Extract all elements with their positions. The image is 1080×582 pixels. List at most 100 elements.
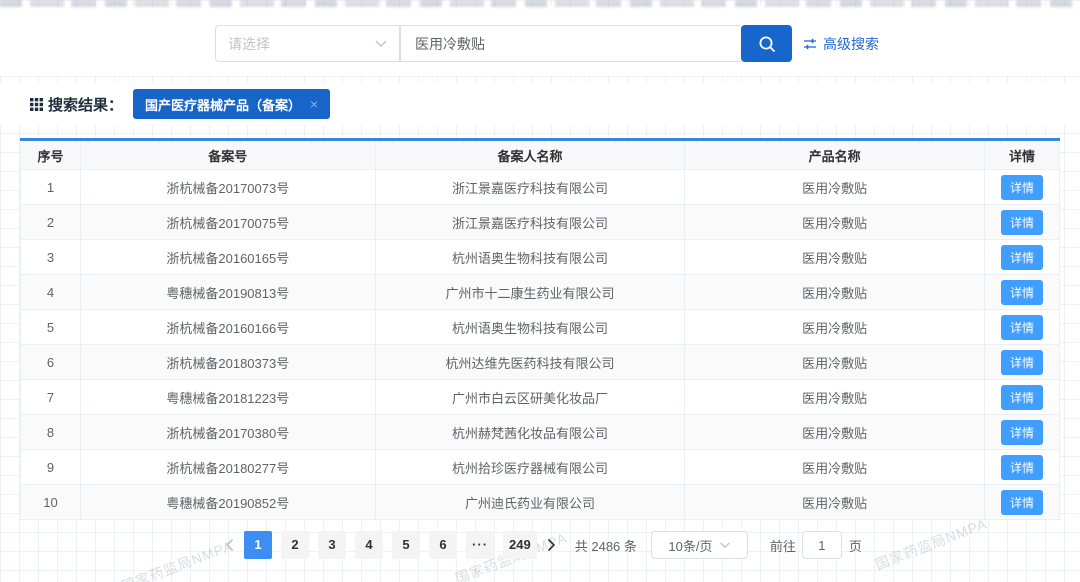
table-body: 1 浙杭械备20170073号 浙江景嘉医疗科技有限公司 医用冷敷贴 详情 2 … <box>20 169 1060 520</box>
row-index: 5 <box>20 309 81 345</box>
page-size-select[interactable]: 10条/页 <box>650 531 748 559</box>
registrant-name: 广州市十二康生药业有限公司 <box>374 274 686 310</box>
registrant-name: 杭州赫梵茜化妆品有限公司 <box>374 414 686 450</box>
chevron-right-icon <box>547 539 556 551</box>
column-header-index: 序号 <box>20 139 81 170</box>
product-name: 医用冷敷贴 <box>684 414 986 450</box>
prev-page-button[interactable] <box>218 531 240 559</box>
registration-number: 浙杭械备20160166号 <box>79 309 376 345</box>
registrant-name: 广州迪氏药业有限公司 <box>374 484 686 520</box>
goto-page-suffix: 页 <box>848 538 862 554</box>
registration-number: 浙杭械备20170075号 <box>79 204 376 240</box>
next-page-button[interactable] <box>541 531 563 559</box>
category-select-placeholder: 请选择 <box>228 35 270 52</box>
row-index: 6 <box>20 344 81 380</box>
table-row: 1 浙杭械备20170073号 浙江景嘉医疗科技有限公司 医用冷敷贴 详情 <box>20 169 1060 205</box>
row-index: 10 <box>20 484 81 520</box>
registration-number: 浙杭械备20160165号 <box>79 239 376 275</box>
row-index: 8 <box>20 414 81 450</box>
detail-button[interactable]: 详情 <box>1001 489 1044 515</box>
search-results-header: 搜索结果： 国产医疗器械产品（备案） × <box>0 83 1080 125</box>
table-row: 4 粤穗械备20190813号 广州市十二康生药业有限公司 医用冷敷贴 详情 <box>20 274 1060 310</box>
detail-button[interactable]: 详情 <box>1001 349 1044 375</box>
detail-button[interactable]: 详情 <box>1001 454 1044 480</box>
product-name: 医用冷敷贴 <box>684 309 986 345</box>
results-label: 搜索结果： <box>48 96 124 114</box>
page-button[interactable]: 4 <box>355 531 384 559</box>
detail-button[interactable]: 详情 <box>1001 279 1044 305</box>
detail-cell: 详情 <box>984 414 1060 450</box>
search-bar: 请选择 高级搜索 <box>0 6 1080 76</box>
column-header-reg-number: 备案号 <box>79 139 376 170</box>
registrant-name: 广州市白云区研美化妆品厂 <box>374 379 686 415</box>
pagination-pages: 1 2 3 4 5 6 ··· 249 <box>244 531 537 559</box>
table-row: 2 浙杭械备20170075号 浙江景嘉医疗科技有限公司 医用冷敷贴 详情 <box>20 204 1060 240</box>
filter-icon <box>803 37 817 51</box>
detail-button[interactable]: 详情 <box>1001 174 1044 200</box>
close-icon[interactable]: × <box>310 96 318 112</box>
page-button[interactable]: ··· <box>466 531 495 559</box>
registrant-name: 杭州拾珍医疗器械有限公司 <box>374 449 686 485</box>
keyword-input[interactable] <box>400 25 741 62</box>
page-button[interactable]: 3 <box>318 531 347 559</box>
detail-cell: 详情 <box>984 379 1060 415</box>
filter-tag[interactable]: 国产医疗器械产品（备案） × <box>133 89 331 119</box>
chevron-down-icon <box>375 40 387 48</box>
product-name: 医用冷敷贴 <box>684 169 986 205</box>
detail-button[interactable]: 详情 <box>1001 209 1044 235</box>
detail-cell: 详情 <box>984 274 1060 310</box>
page-button[interactable]: 6 <box>429 531 458 559</box>
registrant-name: 浙江景嘉医疗科技有限公司 <box>374 204 686 240</box>
registrant-name: 杭州语奥生物科技有限公司 <box>374 309 686 345</box>
product-name: 医用冷敷贴 <box>684 204 986 240</box>
detail-cell: 详情 <box>984 169 1060 205</box>
table-row: 5 浙杭械备20160166号 杭州语奥生物科技有限公司 医用冷敷贴 详情 <box>20 309 1060 345</box>
registrant-name: 浙江景嘉医疗科技有限公司 <box>374 169 686 205</box>
registrant-name: 杭州达维先医药科技有限公司 <box>374 344 686 380</box>
page-button[interactable]: 249 <box>503 531 537 559</box>
table-header-row: 序号 备案号 备案人名称 产品名称 详情 <box>20 139 1060 170</box>
pagination: 1 2 3 4 5 6 ··· 249 共 2486 条 10条/页 前往 页 <box>0 531 1080 559</box>
results-table: 序号 备案号 备案人名称 产品名称 详情 1 浙杭械备20170073号 浙江景… <box>20 138 1060 520</box>
page-button[interactable]: 2 <box>281 531 310 559</box>
product-name: 医用冷敷贴 <box>684 379 986 415</box>
search-button[interactable] <box>741 25 792 62</box>
registration-number: 浙杭械备20180373号 <box>79 344 376 380</box>
detail-button[interactable]: 详情 <box>1001 244 1044 270</box>
page-root: 国家药监局NMPA 国家药监局NMPA 国家药监局NMPA 请选择 高级搜索 搜… <box>0 0 1080 582</box>
registration-number: 浙杭械备20180277号 <box>79 449 376 485</box>
table-row: 9 浙杭械备20180277号 杭州拾珍医疗器械有限公司 医用冷敷贴 详情 <box>20 449 1060 485</box>
column-header-product: 产品名称 <box>684 139 986 170</box>
registration-number: 粤穗械备20190813号 <box>79 274 376 310</box>
detail-button[interactable]: 详情 <box>1001 419 1044 445</box>
page-button[interactable]: 1 <box>244 531 273 559</box>
goto-page-input[interactable] <box>801 531 842 559</box>
detail-cell: 详情 <box>984 239 1060 275</box>
detail-button[interactable]: 详情 <box>1001 314 1044 340</box>
table-row: 7 粤穗械备20181223号 广州市白云区研美化妆品厂 医用冷敷贴 详情 <box>20 379 1060 415</box>
row-index: 2 <box>20 204 81 240</box>
product-name: 医用冷敷贴 <box>684 484 986 520</box>
chevron-left-icon <box>225 539 234 551</box>
row-index: 4 <box>20 274 81 310</box>
registration-number: 粤穗械备20181223号 <box>79 379 376 415</box>
table-row: 6 浙杭械备20180373号 杭州达维先医药科技有限公司 医用冷敷贴 详情 <box>20 344 1060 380</box>
detail-cell: 详情 <box>984 344 1060 380</box>
search-icon <box>757 34 777 54</box>
filter-tag-label: 国产医疗器械产品（备案） <box>145 97 302 113</box>
grid-icon <box>30 97 43 111</box>
product-name: 医用冷敷贴 <box>684 239 986 275</box>
page-size-value: 10条/页 <box>668 538 713 554</box>
row-index: 7 <box>20 379 81 415</box>
table-row: 10 粤穗械备20190852号 广州迪氏药业有限公司 医用冷敷贴 详情 <box>20 484 1060 520</box>
detail-button[interactable]: 详情 <box>1001 384 1044 410</box>
product-name: 医用冷敷贴 <box>684 274 986 310</box>
total-count: 共 2486 条 <box>574 538 637 554</box>
goto-label: 前往 <box>769 538 796 554</box>
detail-cell: 详情 <box>984 309 1060 345</box>
detail-cell: 详情 <box>984 204 1060 240</box>
category-select[interactable]: 请选择 <box>215 25 400 62</box>
registration-number: 粤穗械备20190852号 <box>79 484 376 520</box>
advanced-search-link[interactable]: 高级搜索 <box>803 34 879 54</box>
page-button[interactable]: 5 <box>392 531 421 559</box>
